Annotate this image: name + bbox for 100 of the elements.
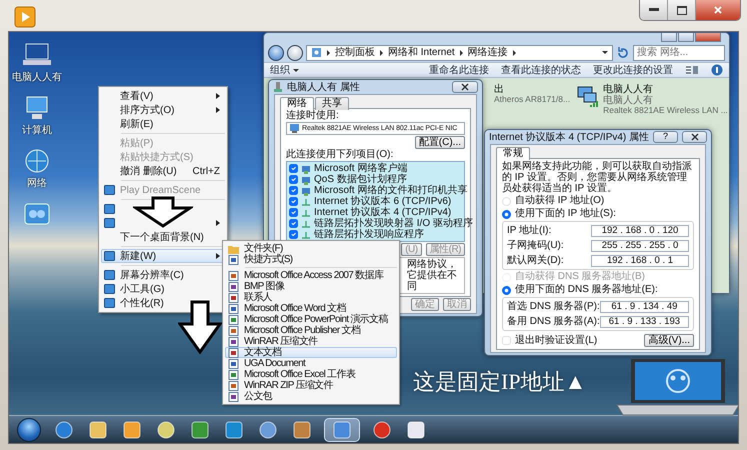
menu-item[interactable]: 快捷方式(S) <box>225 254 397 265</box>
radio-label[interactable]: 自动获得 IP 地址(O) <box>515 196 604 206</box>
menu-item[interactable]: Microsoft Office Word 文档 <box>225 303 397 314</box>
list-item-label[interactable]: 链路层拓扑发现响应程序 <box>314 230 424 240</box>
menu-item[interactable]: Microsoft Office Excel 工作表 <box>225 369 397 380</box>
radio-button[interactable] <box>502 210 511 218</box>
list-item-label[interactable]: Microsoft 网络的文件和打印机共享 <box>314 186 468 196</box>
protocol-icon <box>301 230 311 240</box>
desktop-icon-label[interactable]: 电脑人人有 <box>12 72 62 83</box>
configure-button[interactable]: 配置(C)... <box>414 136 465 149</box>
shortcut-text: Ctrl+Z <box>192 166 220 176</box>
menu-item[interactable]: 查看(V) <box>101 89 225 103</box>
desktop-icon[interactable] <box>22 42 52 68</box>
menu-item[interactable]: UGA Document <box>225 358 397 369</box>
back-button[interactable] <box>268 44 284 60</box>
desktop-icon-label[interactable]: 计算机 <box>22 125 52 136</box>
menu-item[interactable]: WinRAR ZIP 压缩文件 <box>225 380 397 391</box>
taskbar-app-button[interactable] <box>223 418 245 440</box>
app-icon <box>191 420 209 438</box>
help-button[interactable]: ? <box>653 131 678 143</box>
chevron-icon <box>512 50 516 56</box>
list-item-label[interactable]: Internet 协议版本 4 (TCP/IPv4) <box>314 208 452 218</box>
menu-item[interactable]: Microsoft Office Access 2007 数据库 <box>225 270 397 281</box>
menu-item[interactable]: 撤消 删除(U) Ctrl+Z <box>101 164 225 178</box>
ip-address-field[interactable]: 192 . 168 . 0 . 120 <box>591 224 689 236</box>
forward-button[interactable] <box>287 44 303 60</box>
close-icon <box>713 5 723 15</box>
toolbar-button[interactable]: 组织 <box>270 64 299 76</box>
menu-item[interactable]: WinRAR 压缩文件 <box>225 336 397 347</box>
menu-item[interactable]: 刷新(E) <box>101 117 225 131</box>
menu-item[interactable]: 下一个桌面背景(N) <box>101 230 225 244</box>
checkbox[interactable] <box>289 175 298 184</box>
radio-label[interactable]: 使用下面的 DNS 服务器地址(E): <box>515 285 658 295</box>
breadcrumb-link[interactable]: 控制面板 <box>335 47 375 58</box>
close-button[interactable] <box>696 0 740 20</box>
dropdown-icon[interactable] <box>602 51 608 54</box>
refresh-icon[interactable] <box>616 46 630 60</box>
list-item-label[interactable]: 链路层拓扑发现映射器 I/O 驱动程序 <box>314 218 473 228</box>
tab[interactable]: 常规 <box>496 147 530 160</box>
annotation-arrow <box>133 196 193 228</box>
taskbar-app-button[interactable] <box>189 418 211 440</box>
menu-item[interactable]: 小工具(G) <box>101 282 225 296</box>
close-button[interactable] <box>452 81 478 93</box>
toolbar-button[interactable]: 更改此连接的设置 <box>593 64 673 76</box>
menu-item[interactable]: 新建(W) <box>101 249 225 263</box>
menu-item[interactable]: Microsoft Office Publisher 文档 <box>225 325 397 336</box>
help-icon[interactable] <box>711 64 723 76</box>
ip-address-field[interactable]: 255 . 255 . 255 . 0 <box>591 240 689 252</box>
desktop-icon[interactable] <box>22 201 52 227</box>
checkbox[interactable] <box>289 197 298 206</box>
checkbox[interactable] <box>289 164 298 173</box>
checkbox[interactable] <box>289 186 298 195</box>
menu-item[interactable]: 排序方式(O) <box>101 103 225 117</box>
ip-address-field[interactable]: 61 . 9 . 133 . 193 <box>600 316 689 328</box>
view-options-icon[interactable] <box>685 65 699 75</box>
document-icon <box>228 282 239 292</box>
menu-item[interactable]: BMP 图像 <box>225 281 397 292</box>
network-adapter-icon[interactable] <box>576 84 600 108</box>
desktop-icon-label[interactable]: 网络 <box>27 178 47 189</box>
menu-item[interactable]: 屏幕分辨率(C) <box>101 268 225 282</box>
document-icon <box>228 348 239 358</box>
toolbar-button[interactable]: 查看此连接的状态 <box>501 64 581 76</box>
menu-item[interactable]: 公文包 <box>225 391 397 402</box>
address-bar[interactable]: 控制面板 网络和 Internet 网络连接 <box>306 44 613 60</box>
ip-address-field[interactable]: 61 . 9 . 134 . 49 <box>600 300 689 312</box>
radio-label[interactable]: 使用下面的 IP 地址(S): <box>515 209 616 219</box>
network-component-icon <box>301 174 311 184</box>
checkbox-label[interactable]: 退出时验证设置(L) <box>515 336 640 346</box>
menu-item[interactable]: Microsoft Office PowerPoint 演示文稿 <box>225 314 397 325</box>
taskbar-app-button[interactable] <box>291 418 313 440</box>
app-icon <box>157 420 175 438</box>
maximize-button[interactable] <box>668 0 696 20</box>
taskbar-app-button[interactable] <box>87 418 109 440</box>
list-item-label[interactable]: Internet 协议版本 6 (TCP/IPv6) <box>314 196 452 206</box>
list-item-label[interactable]: QoS 数据包计划程序 <box>314 174 407 184</box>
ip-address-field[interactable]: 192 . 168 . 0 . 1 <box>591 254 689 266</box>
checkbox[interactable] <box>289 208 298 217</box>
app-icon <box>89 420 107 438</box>
breadcrumb-link[interactable]: 网络连接 <box>468 47 508 58</box>
toolbar-button[interactable]: 重命名此连接 <box>429 64 489 76</box>
breadcrumb-link[interactable]: 网络和 Internet <box>388 47 455 58</box>
start-button[interactable] <box>17 418 41 442</box>
checkbox[interactable] <box>289 230 298 239</box>
menu-item[interactable]: 联系人 <box>225 292 397 303</box>
tab[interactable]: 共享 <box>315 97 349 110</box>
close-button[interactable] <box>682 131 707 143</box>
minimize-button[interactable] <box>640 0 668 20</box>
menu-item[interactable]: 文件夹(F) <box>225 243 397 254</box>
document-icon <box>228 270 239 280</box>
tab[interactable]: 网络 <box>280 97 314 110</box>
taskbar-app-button[interactable] <box>405 418 427 440</box>
checkbox[interactable] <box>289 219 298 228</box>
menu-icon <box>104 284 115 294</box>
advanced-button[interactable]: 高级(V)... <box>644 334 694 347</box>
radio-button[interactable] <box>502 286 511 294</box>
taskbar-app-button[interactable] <box>121 418 143 440</box>
field-label: 连接时使用: <box>286 111 340 121</box>
list-item-label[interactable]: Microsoft 网络客户端 <box>314 164 408 174</box>
menu-item[interactable]: 文本文档 <box>225 347 397 358</box>
search-field[interactable]: 搜索 网络... <box>633 44 725 60</box>
